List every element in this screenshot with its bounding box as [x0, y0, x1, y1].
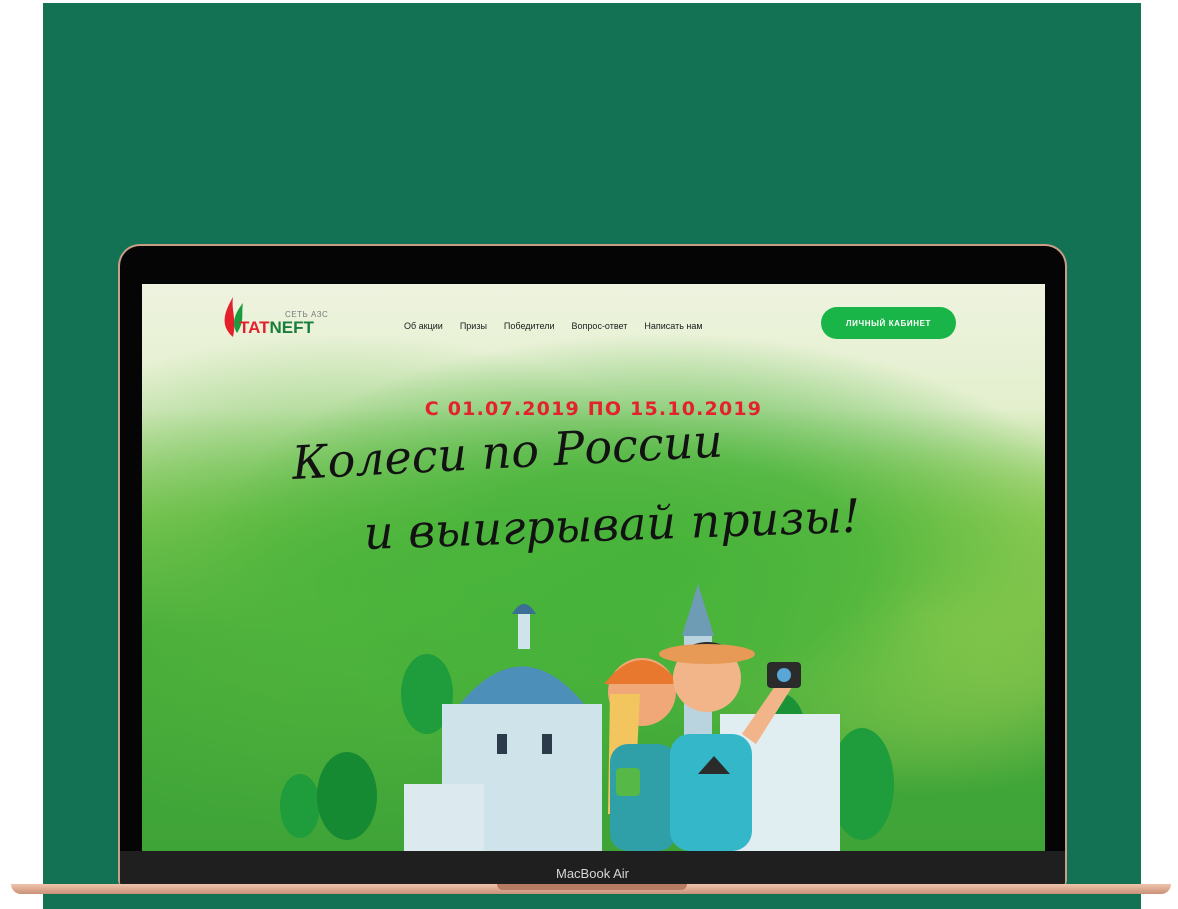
main-nav: Об акции Призы Победители Вопрос-ответ Н… — [404, 321, 703, 331]
laptop-screen: СЕТЬ АЗС TATNEFT Об акции Призы Победите… — [142, 284, 1045, 851]
logo-word-neft: NEFT — [269, 318, 314, 337]
nav-item-faq[interactable]: Вопрос-ответ — [572, 321, 628, 331]
promo-dates: С 01.07.2019 ПО 15.10.2019 — [424, 398, 763, 420]
headline-line-1: Колеси по России — [290, 413, 725, 490]
logo-word-tat: TAT — [239, 318, 270, 337]
logo-wordmark[interactable]: TATNEFT — [239, 318, 314, 338]
headline-line-2: и выигрывай призы! — [363, 488, 862, 560]
model-label: MacBook Air — [556, 866, 629, 881]
laptop-base-notch — [497, 884, 687, 890]
camera-icon — [767, 662, 801, 688]
nav-item-prizes[interactable]: Призы — [460, 321, 487, 331]
nav-item-about[interactable]: Об акции — [404, 321, 443, 331]
nav-item-contact[interactable]: Написать нам — [644, 321, 702, 331]
nav-item-winners[interactable]: Победители — [504, 321, 555, 331]
hero-illustration — [280, 584, 894, 851]
personal-cabinet-button[interactable]: ЛИЧНЫЙ КАБИНЕТ — [821, 307, 956, 339]
